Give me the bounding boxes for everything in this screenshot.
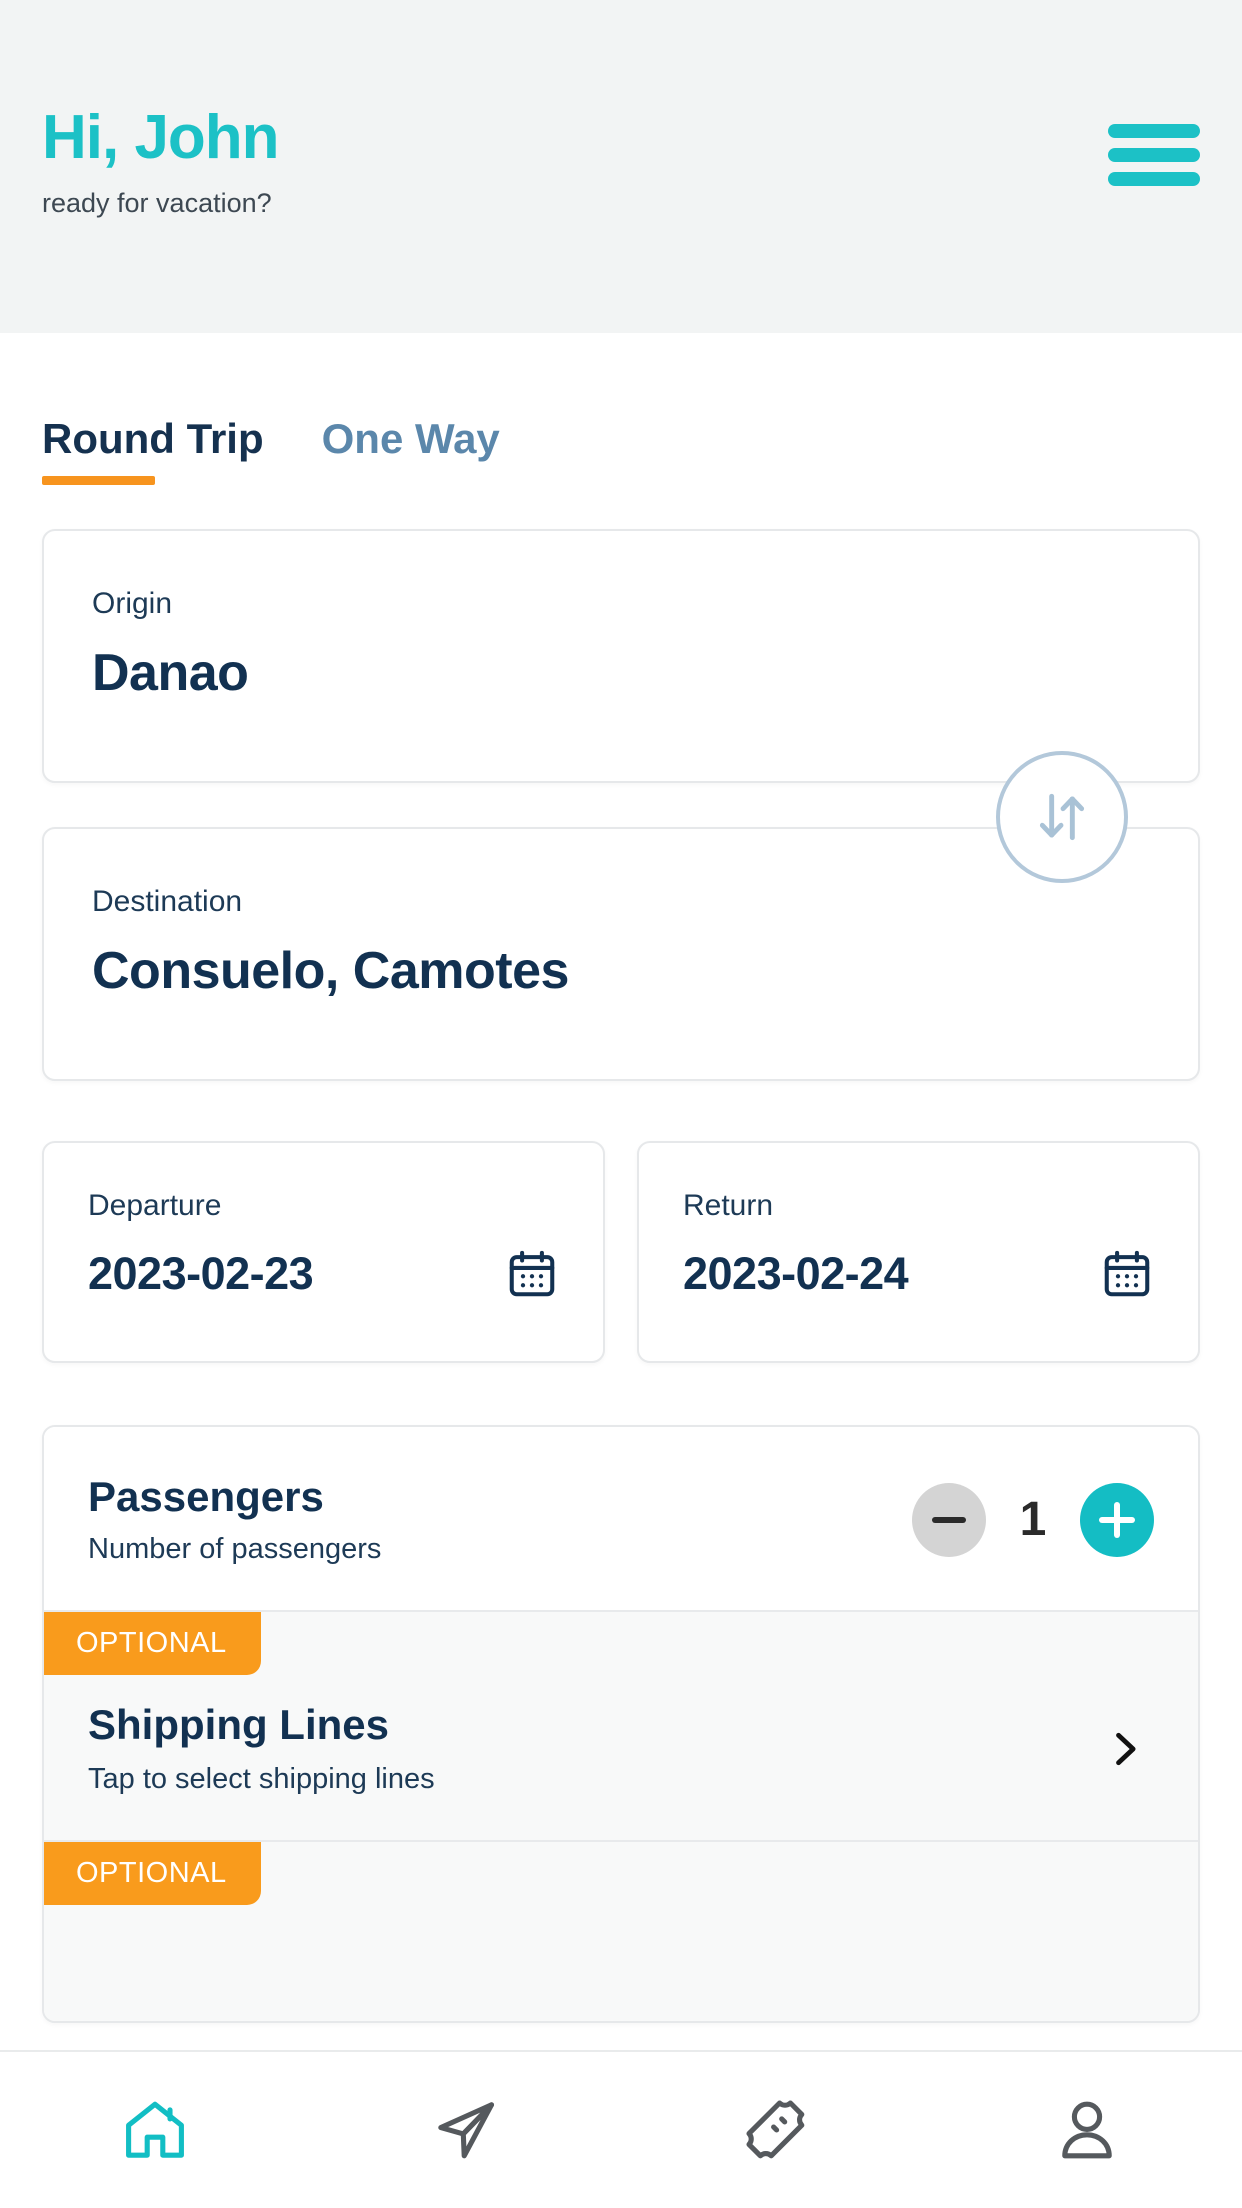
tab-one-way[interactable]: One Way xyxy=(322,415,500,485)
passengers-row: Passengers Number of passengers 1 xyxy=(44,1427,1198,1610)
decrement-passengers-button[interactable] xyxy=(912,1482,986,1557)
minus-icon xyxy=(932,1516,966,1523)
passengers-subtitle: Number of passengers xyxy=(88,1533,382,1565)
departure-date-field[interactable]: Departure 2023-02-23 xyxy=(42,1141,605,1363)
send-icon xyxy=(438,2102,494,2159)
shipping-lines-subtitle: Tap to select shipping lines xyxy=(88,1763,435,1795)
passengers-title: Passengers xyxy=(88,1473,324,1520)
home-icon xyxy=(126,2101,185,2158)
hamburger-bar xyxy=(1108,148,1200,162)
return-label: Return xyxy=(683,1189,774,1222)
calendar-icon[interactable] xyxy=(505,1247,559,1301)
search-form: Origin Danao Destination Consuelo, Camot… xyxy=(0,529,1242,2023)
origin-field[interactable]: Origin Danao xyxy=(42,529,1200,783)
trip-type-tabs: Round Trip One Way xyxy=(0,415,1242,485)
chevron-right-icon[interactable] xyxy=(1102,1727,1154,1771)
return-date-field[interactable]: Return 2023-02-24 xyxy=(637,1141,1200,1363)
hamburger-bar xyxy=(1108,124,1200,138)
hamburger-bar xyxy=(1108,172,1200,186)
app-header: Hi, John ready for vacation? xyxy=(0,0,1242,333)
page-title: Hi, John xyxy=(42,103,280,172)
return-value: 2023-02-24 xyxy=(683,1248,909,1299)
greeting-block: Hi, John ready for vacation? xyxy=(42,103,280,219)
bottom-navigation-bar xyxy=(0,2050,1242,2208)
plus-icon xyxy=(1099,1501,1135,1538)
tab-round-trip[interactable]: Round Trip xyxy=(42,415,264,485)
nav-item-home[interactable] xyxy=(0,2094,311,2166)
ticket-icon xyxy=(746,2100,805,2159)
hamburger-menu-icon[interactable] xyxy=(1108,124,1200,186)
increment-passengers-button[interactable] xyxy=(1080,1482,1154,1557)
date-fields: Departure 2023-02-23 Return 2023-02-24 xyxy=(42,1141,1200,1363)
departure-label: Departure xyxy=(88,1189,222,1222)
shipping-lines-section[interactable]: OPTIONAL Shipping Lines Tap to select sh… xyxy=(44,1610,1198,1840)
nav-item-send[interactable] xyxy=(311,2094,622,2166)
passenger-stepper: 1 xyxy=(912,1482,1154,1557)
optional-badge: OPTIONAL xyxy=(44,1842,261,1905)
destination-value: Consuelo, Camotes xyxy=(92,942,569,1000)
user-icon xyxy=(1062,2101,1112,2159)
greeting-subtitle: ready for vacation? xyxy=(42,188,272,219)
location-fields: Origin Danao Destination Consuelo, Camot… xyxy=(42,529,1200,1081)
nav-item-tickets[interactable] xyxy=(621,2094,932,2166)
departure-value: 2023-02-23 xyxy=(88,1248,314,1299)
chevron-right-glyph xyxy=(1116,1732,1136,1765)
origin-value: Danao xyxy=(92,644,249,702)
passengers-text-block: Passengers Number of passengers xyxy=(88,1473,381,1566)
second-optional-section[interactable]: OPTIONAL xyxy=(44,1840,1198,2021)
swap-arrows-icon xyxy=(1039,793,1085,841)
calendar-icon[interactable] xyxy=(1100,1247,1154,1301)
passenger-count: 1 xyxy=(1019,1493,1047,1546)
shipping-lines-text-block: Shipping Lines Tap to select shipping li… xyxy=(88,1701,435,1796)
destination-label: Destination xyxy=(92,885,243,918)
nav-item-profile[interactable] xyxy=(932,2094,1242,2166)
options-card: Passengers Number of passengers 1 OPTION… xyxy=(42,1425,1200,2023)
shipping-lines-title: Shipping Lines xyxy=(88,1701,389,1748)
optional-badge: OPTIONAL xyxy=(44,1612,261,1675)
swap-locations-button[interactable] xyxy=(996,751,1128,883)
origin-label: Origin xyxy=(92,587,173,620)
